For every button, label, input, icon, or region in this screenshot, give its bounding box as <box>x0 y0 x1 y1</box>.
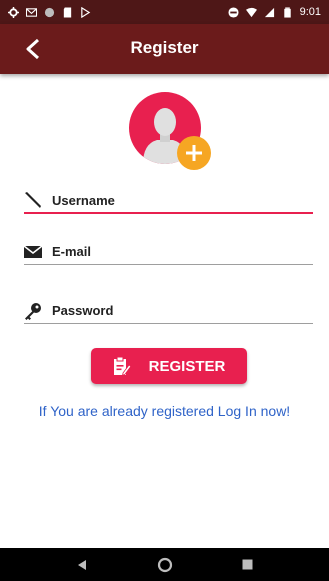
circle-icon <box>44 7 55 17</box>
gmail-icon <box>26 7 37 17</box>
app-bar: Register <box>0 24 329 74</box>
wifi-icon <box>245 7 257 17</box>
register-button-label: REGISTER <box>148 357 226 375</box>
register-button[interactable]: REGISTER <box>91 348 247 384</box>
status-left-icons <box>8 6 91 18</box>
home-circle-icon <box>157 557 172 572</box>
back-triangle-icon <box>77 559 86 570</box>
login-link[interactable]: If You are already registered Log In now… <box>30 402 299 420</box>
navigation-bar <box>0 548 329 581</box>
email-field[interactable] <box>24 239 313 265</box>
dnd-icon <box>228 6 239 18</box>
nav-recents-button[interactable] <box>233 550 263 580</box>
status-right-icons: 9:01 <box>228 6 321 18</box>
play-store-icon <box>81 6 91 18</box>
key-icon <box>24 302 42 320</box>
email-input[interactable] <box>52 244 313 259</box>
password-input[interactable] <box>52 303 313 318</box>
username-input[interactable] <box>52 192 313 208</box>
clipboard-edit-icon <box>113 356 131 376</box>
settings-icon <box>8 6 19 18</box>
battery-icon <box>283 6 291 18</box>
username-field[interactable] <box>24 188 313 214</box>
nav-back-button[interactable] <box>67 550 97 580</box>
recents-square-icon <box>242 559 253 570</box>
password-field[interactable] <box>24 298 313 324</box>
mail-icon <box>24 243 42 261</box>
nav-home-button[interactable] <box>150 550 180 580</box>
sd-card-icon <box>63 6 72 18</box>
signal-icon <box>264 7 274 17</box>
pencil-icon <box>24 191 42 209</box>
page-title: Register <box>130 38 199 57</box>
status-bar: 9:01 <box>0 0 329 24</box>
plus-icon <box>186 145 202 161</box>
add-photo-button[interactable] <box>177 136 211 170</box>
status-time: 9:01 <box>299 6 321 18</box>
